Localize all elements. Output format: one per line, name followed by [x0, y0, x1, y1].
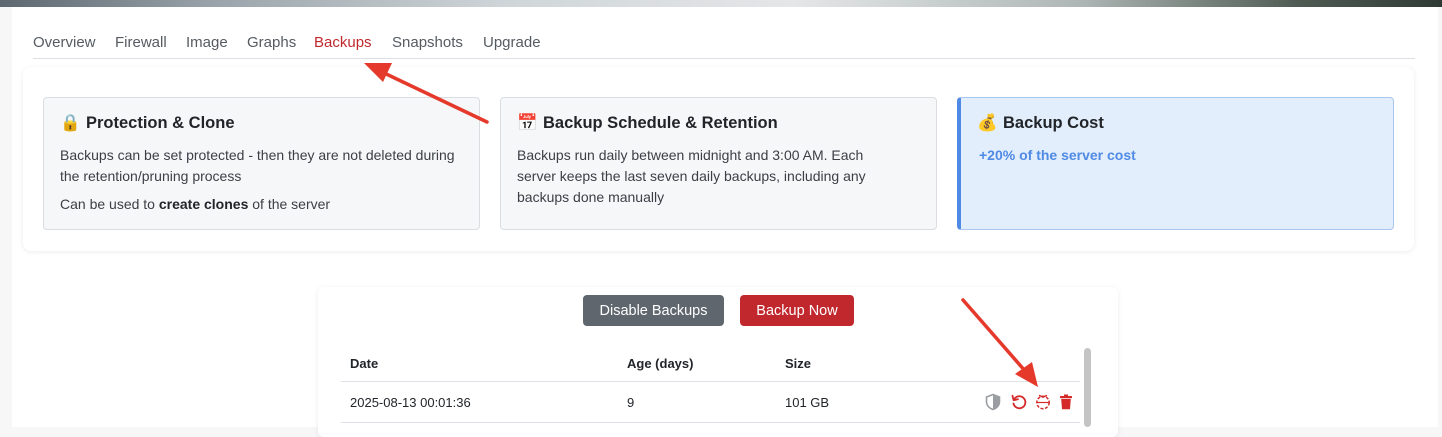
shield-icon[interactable]	[984, 393, 1002, 411]
server-tabs: Overview Firewall Image Graphs Backups S…	[33, 26, 1415, 59]
protection-clone-title-text: Protection & Clone	[86, 114, 235, 132]
backup-cost-title: 💰 Backup Cost	[977, 114, 1104, 133]
table-row-divider	[341, 422, 1080, 423]
tab-firewall[interactable]: Firewall	[115, 34, 167, 51]
disable-backups-button[interactable]: Disable Backups	[583, 295, 724, 326]
tab-graphs[interactable]: Graphs	[247, 34, 296, 51]
backup-now-button[interactable]: Backup Now	[740, 295, 854, 326]
protection-clone-title: 🔒 Protection & Clone	[60, 114, 235, 133]
backup-cost-card: 💰 Backup Cost +20% of the server cost	[957, 97, 1394, 230]
trash-icon[interactable]	[1057, 393, 1075, 411]
money-bag-icon: 💰	[977, 114, 998, 132]
protection-clone-card: 🔒 Protection & Clone Backups can be set p…	[43, 97, 480, 230]
backup-schedule-title-text: Backup Schedule & Retention	[543, 114, 778, 132]
tab-overview[interactable]: Overview	[33, 34, 96, 51]
backup-cost-title-text: Backup Cost	[1003, 114, 1104, 132]
tab-backups[interactable]: Backups	[314, 34, 372, 51]
tab-image[interactable]: Image	[186, 34, 228, 51]
backup-schedule-title: 📅 Backup Schedule & Retention	[517, 114, 778, 133]
clone-note-suffix: of the server	[248, 196, 331, 212]
tab-snapshots[interactable]: Snapshots	[392, 34, 463, 51]
header-banner-image	[0, 0, 1442, 7]
scrollbar-thumb[interactable]	[1084, 348, 1091, 427]
column-header-size: Size	[785, 356, 812, 371]
backup-age: 9	[627, 395, 635, 410]
column-header-age: Age (days)	[627, 356, 694, 371]
column-header-date: Date	[350, 356, 379, 371]
backup-date: 2025-08-13 00:01:36	[350, 395, 471, 410]
clone-icon[interactable]	[1034, 393, 1052, 411]
clone-note-prefix: Can be used to	[60, 196, 159, 212]
calendar-icon: 📅	[517, 114, 538, 132]
backup-schedule-card: 📅 Backup Schedule & Retention Backups run…	[500, 97, 937, 230]
clone-note-bold: create clones	[158, 196, 249, 212]
protection-clone-text: Backups can be set protected - then they…	[60, 147, 455, 184]
table-scrollbar[interactable]	[1082, 346, 1092, 427]
lock-icon: 🔒	[60, 114, 81, 132]
backup-size: 101 GB	[785, 395, 830, 410]
protection-clone-note: Can be used to create clones of the serv…	[60, 196, 330, 212]
tab-upgrade[interactable]: Upgrade	[483, 34, 541, 51]
restore-icon[interactable]	[1010, 393, 1028, 411]
backup-cost-value: +20% of the server cost	[979, 147, 1136, 163]
backup-schedule-text: Backups run daily between midnight and 3…	[517, 147, 866, 205]
table-header-divider	[341, 381, 1080, 382]
